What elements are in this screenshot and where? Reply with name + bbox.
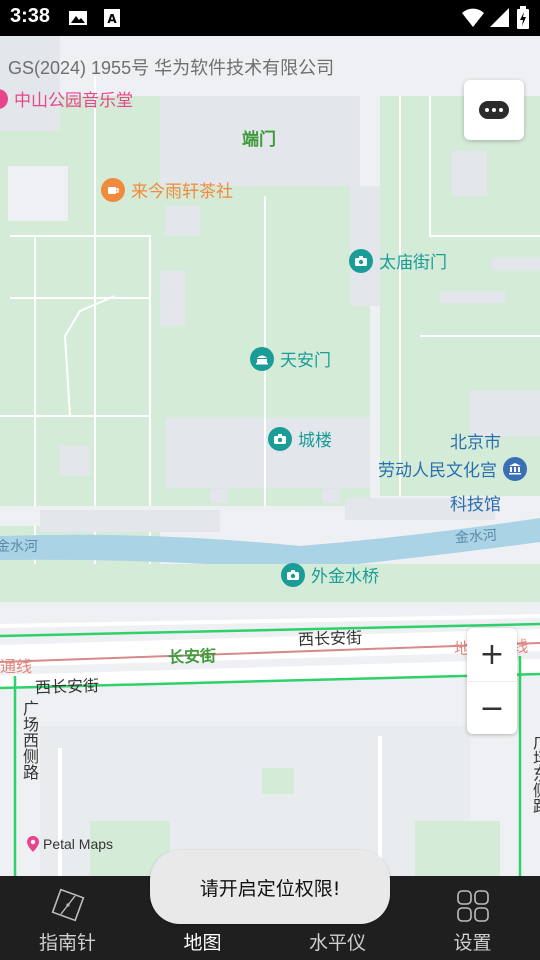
nav-compass-label: 指南针: [38, 932, 96, 954]
poi-teahouse-label: 来今雨轩茶社: [131, 182, 233, 202]
camera-icon: [349, 248, 373, 273]
font-notification-icon: A: [104, 9, 120, 27]
image-notification-icon: [69, 11, 87, 25]
svg-text:A: A: [107, 12, 117, 26]
map-copyright: GS(2024) 1955号 华为软件技术有限公司: [8, 58, 335, 78]
poi-taimiao-gate-label: 太庙街门: [379, 253, 447, 273]
nav-settings-label: 设置: [453, 932, 492, 954]
poi-outer-jinshui-bridge-label: 外金水桥: [311, 567, 379, 587]
zoom-in-button[interactable]: +: [467, 628, 517, 681]
status-time: 3:38: [10, 5, 51, 27]
map-view[interactable]: GS(2024) 1955号 华为软件技术有限公司 中山公园音乐堂 来今雨轩茶社…: [0, 36, 540, 876]
nav-compass[interactable]: 指南针: [0, 876, 135, 960]
petal-maps-attribution: Petal Maps: [26, 836, 113, 852]
nav-map-label: 地图: [183, 932, 222, 954]
battery-charging-icon: [517, 6, 529, 29]
more-icon: [479, 101, 509, 119]
status-bar: 3:38 A: [0, 0, 540, 36]
settings-grid-icon: [456, 890, 489, 922]
poi-workers-palace-label: 劳动人民文化宫: [378, 461, 497, 481]
camera-icon: [268, 426, 292, 451]
nav-level-label: 水平仪: [308, 932, 366, 954]
nav-settings[interactable]: 设置: [405, 876, 540, 960]
poi-music-hall-label: 中山公园音乐堂: [14, 91, 133, 111]
landmark-icon: [250, 346, 274, 371]
label-jinshui-river-right: 金水河: [454, 527, 498, 547]
label-jinshui-river-left: 金水河: [0, 539, 38, 555]
label-square-west-road: 广场西侧路: [20, 700, 39, 780]
label-sci-tech-museum: 科技馆: [450, 495, 501, 515]
poi-outer-jinshui-bridge[interactable]: 外金水桥: [281, 562, 379, 587]
label-beijing-city: 北京市: [450, 433, 501, 453]
poi-tiananmen-label: 天安门: [280, 351, 331, 371]
museum-icon: [503, 456, 527, 481]
wifi-icon: [462, 8, 484, 27]
label-duanmen: 端门: [242, 130, 276, 150]
poi-tiananmen[interactable]: 天安门: [250, 346, 331, 371]
zoom-controls: + −: [467, 628, 517, 734]
poi-music-hall[interactable]: 中山公园音乐堂: [0, 86, 133, 111]
label-square-east-road: 广场东侧路: [530, 734, 540, 814]
more-options-button[interactable]: [464, 80, 524, 140]
poi-teahouse[interactable]: 来今雨轩茶社: [101, 177, 233, 202]
poi-workers-palace[interactable]: 劳动人民文化宫: [378, 456, 527, 481]
label-changan-street: 长安街: [167, 646, 217, 667]
compass-icon: [51, 888, 84, 922]
location-permission-toast: 请开启定位权限!: [150, 850, 390, 924]
label-subway-left: 通线: [0, 657, 33, 676]
petal-maps-label: Petal Maps: [43, 836, 114, 852]
poi-taimiao-gate[interactable]: 太庙街门: [349, 248, 447, 273]
zoom-out-button[interactable]: −: [467, 681, 517, 734]
signal-icon: [490, 8, 509, 27]
poi-gate-tower-label: 城楼: [298, 431, 332, 451]
camera-icon: [281, 562, 305, 587]
teacup-icon: [101, 177, 125, 202]
label-west-changan-lower: 西长安街: [34, 675, 100, 698]
label-west-changan-upper: 西长安街: [297, 627, 363, 650]
map-pin-icon: [27, 836, 39, 852]
music-icon: [0, 88, 8, 109]
poi-gate-tower[interactable]: 城楼: [268, 426, 332, 451]
